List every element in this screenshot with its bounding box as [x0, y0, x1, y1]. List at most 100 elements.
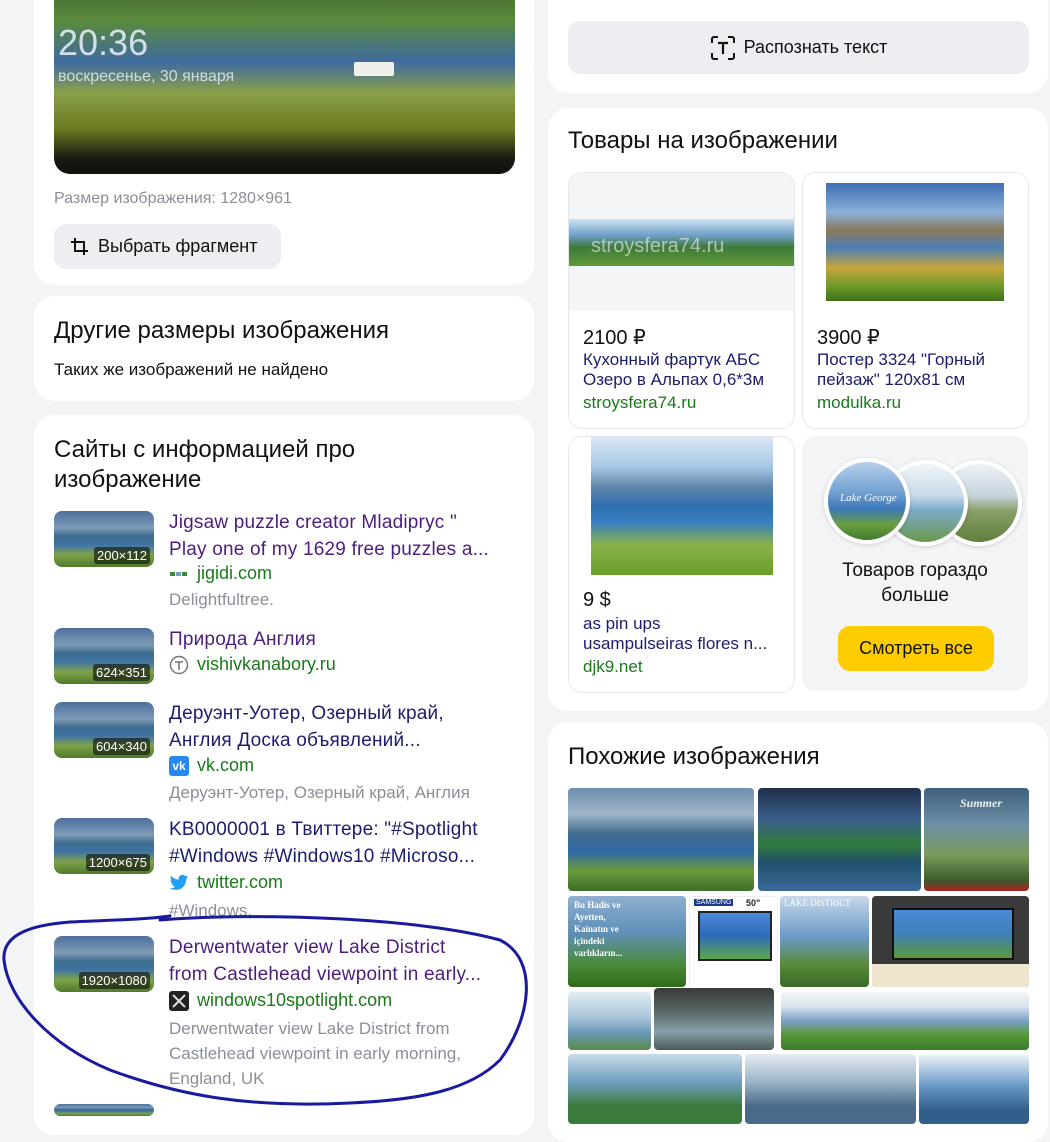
recognize-text-label: Распознать текст: [743, 37, 888, 57]
site-domain-text: jigidi.com: [197, 563, 273, 583]
similar-image[interactable]: Bu Hadis ve Ayetten, Kainatın ve içindek…: [568, 896, 686, 987]
monitor-screen-image: [892, 908, 1014, 960]
goods-card: Товары на изображении stroysfera74.ru 21…: [548, 108, 1048, 711]
similar-overlay-text: Bu Hadis ve Ayetten, Kainatın ve içindek…: [574, 900, 623, 958]
other-sizes-text: Таких же изображений не найдено: [54, 360, 329, 379]
product-image[interactable]: stroysfera74.ru: [569, 173, 794, 311]
jigidi-favicon-icon: [169, 564, 189, 584]
similar-image[interactable]: [872, 896, 1029, 987]
site-thumbnail[interactable]: 604×340: [54, 702, 154, 758]
twitter-bird-icon: [169, 873, 189, 893]
similar-overlay-text: SAMSUNG: [694, 899, 734, 906]
similar-image[interactable]: [568, 788, 754, 891]
more-goods-text-line: больше: [881, 585, 949, 606]
thumbnail-size-label: 1200×675: [85, 854, 150, 871]
site-domain-link[interactable]: vishivkanabory.ru: [169, 654, 336, 675]
product-shop-link[interactable]: djk9.net: [583, 657, 643, 677]
tv-screen-image: [698, 911, 772, 961]
site-title-link[interactable]: Деруэнт-Уотер, Озерный край, Англия Доск…: [169, 700, 524, 754]
image-size-label: Размер изображения: 1280×961: [54, 190, 292, 207]
site-domain-link[interactable]: vk vk.com: [169, 755, 254, 776]
product-name[interactable]: Кухонный фартук АБС Озеро в Альпах 0,6*3…: [583, 350, 783, 390]
product-card[interactable]: stroysfera74.ru 2100 ₽ Кухонный фартук А…: [568, 172, 795, 429]
more-goods-text: Товаров гораздо больше: [802, 558, 1028, 608]
product-shop-link[interactable]: modulka.ru: [817, 393, 901, 413]
product-price: 2100 ₽: [583, 327, 646, 349]
see-all-button[interactable]: Смотреть все: [838, 626, 994, 671]
similar-image[interactable]: [781, 992, 1029, 1050]
site-result[interactable]: 604×340 Деруэнт-Уотер, Озерный край, Анг…: [54, 702, 524, 802]
image-house: [354, 62, 394, 76]
product-card[interactable]: 9 $ as pin ups usampulseiras flores n...…: [568, 436, 795, 693]
site-domain-text: twitter.com: [197, 872, 284, 892]
similar-image[interactable]: [654, 988, 774, 1050]
vk-icon: vk: [169, 755, 189, 776]
vishivka-favicon-icon: [169, 655, 189, 675]
similar-image[interactable]: [568, 992, 651, 1050]
site-result[interactable]: 624×351 Природа Англия vishivkanabory.ru: [54, 628, 524, 688]
site-title-line: KB0000001 в Твиттере: "#Spotlight: [169, 819, 478, 840]
similar-image[interactable]: LAKE DISTRICT: [780, 896, 869, 987]
image-preview-card: 20:36 воскресенье, 30 января Размер изоб…: [34, 0, 534, 285]
source-image[interactable]: 20:36 воскресенье, 30 января: [54, 0, 515, 174]
recognize-text-button[interactable]: Распознать текст: [568, 21, 1029, 74]
site-description: Деруэнт-Уотер, Озерный край, Англия: [169, 783, 470, 802]
site-result[interactable]: 1200×675 KB0000001 в Твиттере: "#Spotlig…: [54, 816, 524, 920]
thumbnail-size-label: 624×351: [93, 664, 150, 681]
product-name[interactable]: as pin ups usampulseiras flores n...: [583, 614, 783, 654]
site-description-line: Derwentwater view Lake District from: [169, 1019, 450, 1038]
similar-image[interactable]: [919, 1054, 1029, 1124]
site-domain-link[interactable]: twitter.com: [169, 872, 283, 893]
site-thumbnail[interactable]: [54, 1104, 154, 1116]
site-description-line: Castlehead viewpoint in early morning,: [169, 1044, 461, 1063]
product-name-line: usampulseiras flores n...: [583, 634, 768, 653]
site-title-link[interactable]: Природа Англия: [169, 626, 524, 653]
site-domain-link[interactable]: windows10spotlight.com: [169, 990, 392, 1011]
site-thumbnail[interactable]: 1920×1080: [54, 936, 154, 992]
site-description-line: England, UK: [169, 1069, 265, 1088]
more-goods-box[interactable]: Lake George Товаров гораздо больше Смотр…: [802, 436, 1028, 691]
site-result[interactable]: 1920×1080 Derwentwater view Lake Distric…: [54, 936, 524, 1096]
product-shop-link[interactable]: stroysfera74.ru: [583, 393, 696, 413]
product-price: 3900 ₽: [817, 327, 880, 349]
similar-image[interactable]: [745, 1054, 916, 1124]
image-clock-text: 20:36: [58, 22, 149, 63]
site-thumbnail[interactable]: 1200×675: [54, 818, 154, 874]
product-lake-image: [591, 437, 773, 575]
similar-image[interactable]: [758, 788, 921, 891]
site-description: Delightfultree.: [169, 590, 274, 609]
product-card[interactable]: 3900 ₽ Постер 3324 "Горный пейзаж" 120x8…: [802, 172, 1029, 429]
site-result[interactable]: 200×112 Jigsaw puzzle creator Mladipryc …: [54, 511, 524, 611]
similar-image[interactable]: Summer: [924, 788, 1029, 891]
select-fragment-button[interactable]: Выбрать фрагмент: [54, 224, 281, 269]
similar-overlay-text: LAKE DISTRICT: [784, 898, 851, 908]
product-name-line: пейзаж" 120x81 см: [817, 370, 966, 389]
image-date-text: воскресенье, 30 января: [58, 68, 235, 85]
site-title-line: #Windows #Windows10 #Microso...: [169, 846, 476, 867]
product-name-line: Постер 3324 "Горный: [817, 350, 986, 369]
similar-image[interactable]: SAMSUNG 50": [689, 896, 778, 989]
sites-title-line2: изображение: [54, 466, 202, 493]
product-name-line: Кухонный фартук АБС: [583, 350, 761, 369]
product-image[interactable]: [803, 173, 1028, 311]
site-title-line: from Castlehead viewpoint in early...: [169, 964, 482, 985]
site-title-link[interactable]: Jigsaw puzzle creator Mladipryc " Play o…: [169, 509, 524, 563]
product-image[interactable]: [569, 437, 794, 575]
product-poster-image: [826, 183, 1004, 301]
product-preview-label: Lake George: [840, 492, 897, 504]
similar-caption-strip: [872, 964, 1029, 987]
similar-image[interactable]: [568, 1054, 742, 1124]
site-title-link[interactable]: KB0000001 в Твиттере: "#Spotlight #Windo…: [169, 816, 524, 870]
site-domain-text: windows10spotlight.com: [197, 990, 393, 1010]
other-sizes-title: Другие размеры изображения: [54, 317, 390, 344]
sites-title-line1: Сайты с информацией про: [54, 436, 356, 463]
thumbnail-size-label: 200×112: [93, 547, 150, 564]
site-title-link[interactable]: Derwentwater view Lake District from Cas…: [169, 934, 524, 988]
site-thumbnail[interactable]: 200×112: [54, 511, 154, 567]
thumbnail-size-label: 604×340: [93, 738, 150, 755]
site-thumbnail[interactable]: 624×351: [54, 628, 154, 684]
site-title-line: Деруэнт-Уотер, Озерный край,: [169, 703, 444, 724]
site-domain-link[interactable]: jigidi.com: [169, 563, 272, 584]
product-name[interactable]: Постер 3324 "Горный пейзаж" 120x81 см: [817, 350, 1017, 390]
product-watermark: stroysfera74.ru: [591, 235, 725, 257]
